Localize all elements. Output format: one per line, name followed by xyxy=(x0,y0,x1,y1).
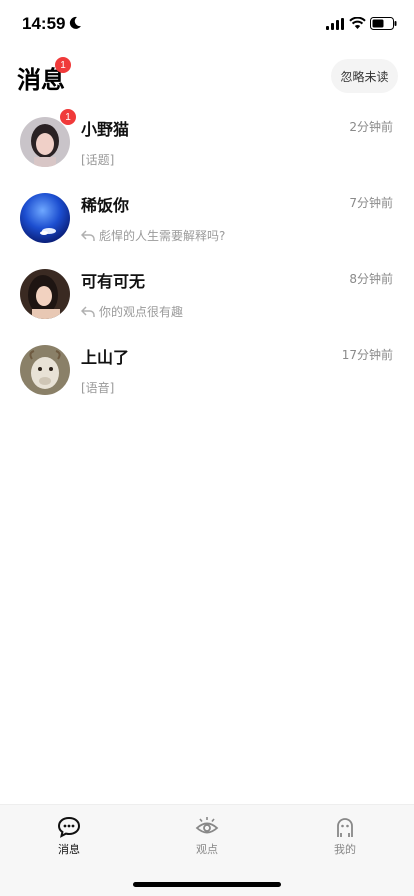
message-row-keyoukewu[interactable]: 可有可无 8分钟前 你的观点很有趣 xyxy=(0,260,414,336)
message-preview: [话题] xyxy=(81,151,114,168)
avatar[interactable] xyxy=(20,193,70,243)
chat-bubble-icon xyxy=(57,816,81,838)
tab-label: 观点 xyxy=(196,843,218,856)
contact-name: 上山了 xyxy=(81,348,130,367)
tab-label: 消息 xyxy=(58,843,80,856)
ignore-unread-button[interactable]: 忽略未读 xyxy=(331,59,398,93)
tab-messages[interactable]: 消息 xyxy=(29,815,109,861)
wifi-icon xyxy=(349,17,366,29)
avatar[interactable] xyxy=(20,269,70,319)
contact-name: 小野猫 xyxy=(81,120,130,139)
message-preview: 彪悍的人生需要解释吗? xyxy=(81,227,225,244)
message-time: 8分钟前 xyxy=(349,272,393,286)
message-time: 7分钟前 xyxy=(349,196,393,210)
status-bar: 14:59 xyxy=(0,0,414,48)
message-row-xifanni[interactable]: 稀饭你 7分钟前 彪悍的人生需要解释吗? xyxy=(0,184,414,260)
status-time: 14:59 xyxy=(22,14,66,33)
robot-face-icon xyxy=(337,818,353,837)
contact-name: 可有可无 xyxy=(81,272,146,291)
message-time: 17分钟前 xyxy=(341,348,393,362)
message-time: 2分钟前 xyxy=(349,120,393,134)
preview-text: [话题] xyxy=(81,153,115,167)
message-row-xiaoyemao[interactable]: 1 小野猫 2分钟前 [话题] xyxy=(0,108,414,184)
tab-profile[interactable]: 我的 xyxy=(305,815,385,861)
message-preview: 你的观点很有趣 xyxy=(81,303,183,320)
unread-badge: 1 xyxy=(55,57,71,73)
home-indicator xyxy=(133,882,281,887)
reply-icon xyxy=(81,305,95,317)
preview-text: 你的观点很有趣 xyxy=(99,305,184,319)
reply-icon xyxy=(81,229,95,241)
battery-icon xyxy=(370,17,397,30)
preview-text: [语音] xyxy=(81,381,115,395)
moon-icon xyxy=(69,16,81,29)
tab-label: 我的 xyxy=(334,843,356,856)
avatar[interactable] xyxy=(20,345,70,395)
eye-icon xyxy=(195,817,219,834)
message-badge: 1 xyxy=(60,109,76,125)
avatar[interactable] xyxy=(20,117,70,167)
message-row-shangshanle[interactable]: 上山了 17分钟前 [语音] xyxy=(0,336,414,412)
message-list: 1 小野猫 2分钟前 [话题] 稀饭你 7分钟前 彪悍的人生需要解释吗? 可有可… xyxy=(0,108,414,412)
message-preview: [语音] xyxy=(81,379,114,396)
signal-icon xyxy=(326,18,344,30)
contact-name: 稀饭你 xyxy=(81,196,130,215)
preview-text: 彪悍的人生需要解释吗? xyxy=(99,229,226,243)
tab-viewpoints[interactable]: 观点 xyxy=(167,815,247,861)
